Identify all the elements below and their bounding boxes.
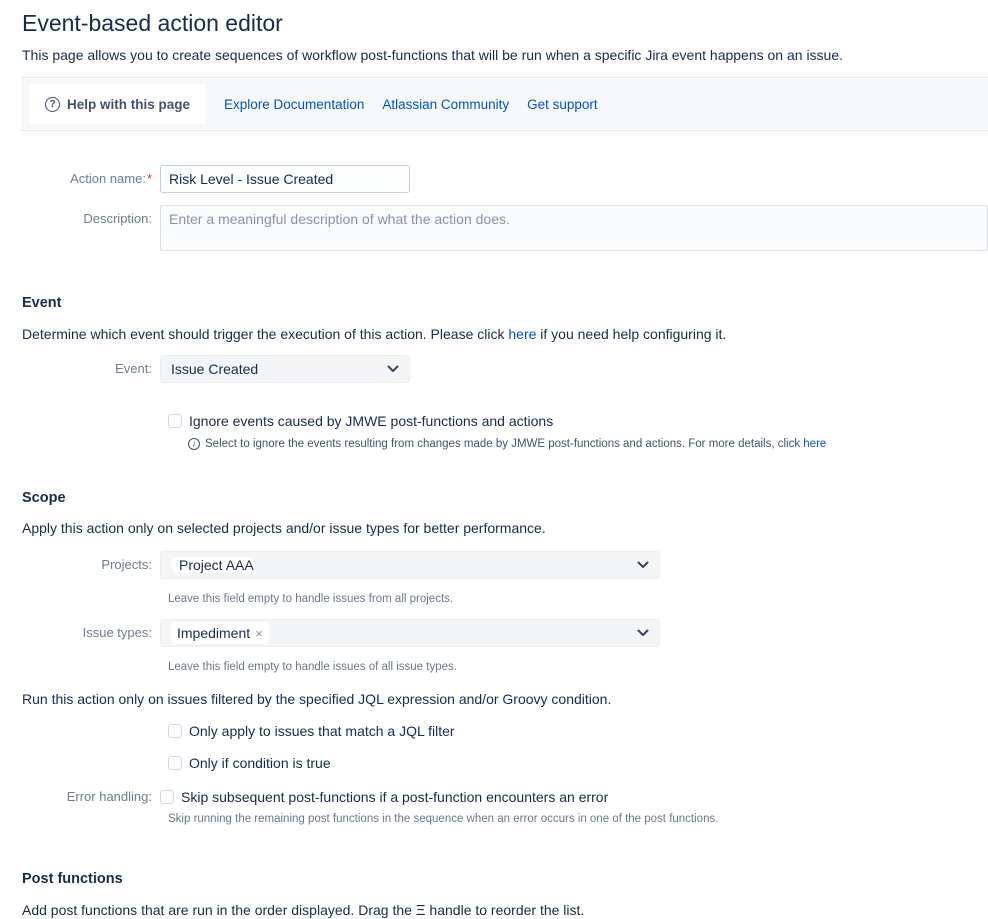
event-help-link[interactable]: here <box>508 326 536 342</box>
pf-intro-after: handle to reorder the list. <box>425 902 585 918</box>
ignore-events-note: i Select to ignore the events resulting … <box>188 438 988 450</box>
condition-row: Only if condition is true <box>168 755 988 771</box>
page-subtitle: This page allows you to create sequences… <box>22 47 844 63</box>
event-select-value: Issue Created <box>171 361 259 377</box>
event-section-heading: Event <box>22 295 62 311</box>
event-select[interactable]: Issue Created <box>160 355 410 383</box>
required-asterisk: * <box>146 171 152 186</box>
help-with-page-button[interactable]: ? Help with this page <box>29 84 207 124</box>
chevron-down-icon <box>387 365 399 373</box>
condition-label: Only if condition is true <box>189 755 331 771</box>
issue-types-row: Issue types: Impediment × <box>0 619 988 647</box>
explore-documentation-link[interactable]: Explore Documentation <box>224 97 364 112</box>
projects-help-text: Leave this field empty to handle issues … <box>168 593 454 605</box>
condition-checkbox[interactable] <box>168 756 182 770</box>
error-handling-checkbox-row: Skip subsequent post-functions if a post… <box>160 789 608 805</box>
get-support-link[interactable]: Get support <box>527 97 598 112</box>
issue-type-tag: Impediment × <box>171 622 269 644</box>
issue-type-tag-label: Impediment <box>177 625 251 641</box>
ignore-events-label: Ignore events caused by JMWE post-functi… <box>189 413 554 429</box>
error-handling-help-text: Skip running the remaining post function… <box>168 813 719 825</box>
action-name-label: Action name:* <box>0 165 160 186</box>
projects-select[interactable]: Project AAA <box>160 551 660 579</box>
ignore-note-before: Select to ignore the events resulting fr… <box>205 438 804 450</box>
drag-handle-icon: Ξ <box>415 902 426 919</box>
event-intro-text-before: Determine which event should trigger the… <box>22 326 509 342</box>
ignore-events-row: Ignore events caused by JMWE post-functi… <box>168 413 988 429</box>
ignore-note-link[interactable]: here <box>803 438 826 450</box>
scope-section-heading: Scope <box>22 490 66 506</box>
projects-select-content: Project AAA <box>171 555 637 576</box>
help-bar: ? Help with this page Explore Documentat… <box>21 77 988 131</box>
event-action-editor-page: Event-based action editor This page allo… <box>0 10 988 919</box>
info-glyph: i <box>193 439 195 449</box>
post-functions-intro: Add post functions that are run in the o… <box>0 902 988 919</box>
projects-row: Projects: Project AAA <box>0 551 988 579</box>
scope-section-intro: Apply this action only on selected proje… <box>22 520 546 536</box>
skip-on-error-checkbox[interactable] <box>160 790 174 804</box>
page-title: Event-based action editor <box>22 10 283 36</box>
projects-search-input[interactable]: Project AAA <box>171 556 254 573</box>
issue-types-select-content: Impediment × <box>171 622 637 644</box>
jql-filter-label: Only apply to issues that match a JQL fi… <box>189 723 455 739</box>
action-form: Action name:* Description: Event Determi… <box>0 165 988 919</box>
error-handling-row: Error handling: Skip subsequent post-fun… <box>0 789 988 805</box>
event-section-intro: Determine which event should trigger the… <box>0 326 988 342</box>
ignore-note-text: Select to ignore the events resulting fr… <box>205 438 826 450</box>
event-intro-text-after: if you need help configuring it. <box>536 326 727 342</box>
chevron-down-icon <box>637 629 649 637</box>
error-handling-label: Error handling: <box>66 789 152 804</box>
action-name-label-text: Action name: <box>70 171 146 186</box>
question-glyph: ? <box>49 98 56 110</box>
tag-remove-icon[interactable]: × <box>255 626 263 641</box>
post-functions-heading: Post functions <box>22 871 123 887</box>
atlassian-community-link[interactable]: Atlassian Community <box>382 97 509 112</box>
action-name-input[interactable] <box>160 165 410 193</box>
chevron-down-icon <box>637 561 649 569</box>
description-textarea[interactable] <box>160 205 988 251</box>
pf-intro-before: Add post functions that are run in the o… <box>22 902 416 918</box>
event-row: Event: Issue Created <box>0 355 988 383</box>
event-label: Event: <box>115 361 152 376</box>
description-row: Description: <box>0 205 988 251</box>
info-icon: i <box>188 438 200 450</box>
question-mark-icon: ? <box>45 96 60 112</box>
issue-types-label: Issue types: <box>82 625 152 640</box>
help-tab-label: Help with this page <box>67 96 191 112</box>
action-name-row: Action name:* <box>0 165 988 193</box>
issue-types-select[interactable]: Impediment × <box>160 619 660 647</box>
description-label: Description: <box>83 211 152 226</box>
issue-types-help-text: Leave this field empty to handle issues … <box>168 661 457 673</box>
ignore-events-checkbox[interactable] <box>168 414 182 428</box>
skip-on-error-label: Skip subsequent post-functions if a post… <box>181 789 609 805</box>
projects-label: Projects: <box>101 557 152 572</box>
jql-filter-checkbox[interactable] <box>168 724 182 738</box>
filter-intro: Run this action only on issues filtered … <box>22 691 612 707</box>
jql-filter-row: Only apply to issues that match a JQL fi… <box>168 723 988 739</box>
